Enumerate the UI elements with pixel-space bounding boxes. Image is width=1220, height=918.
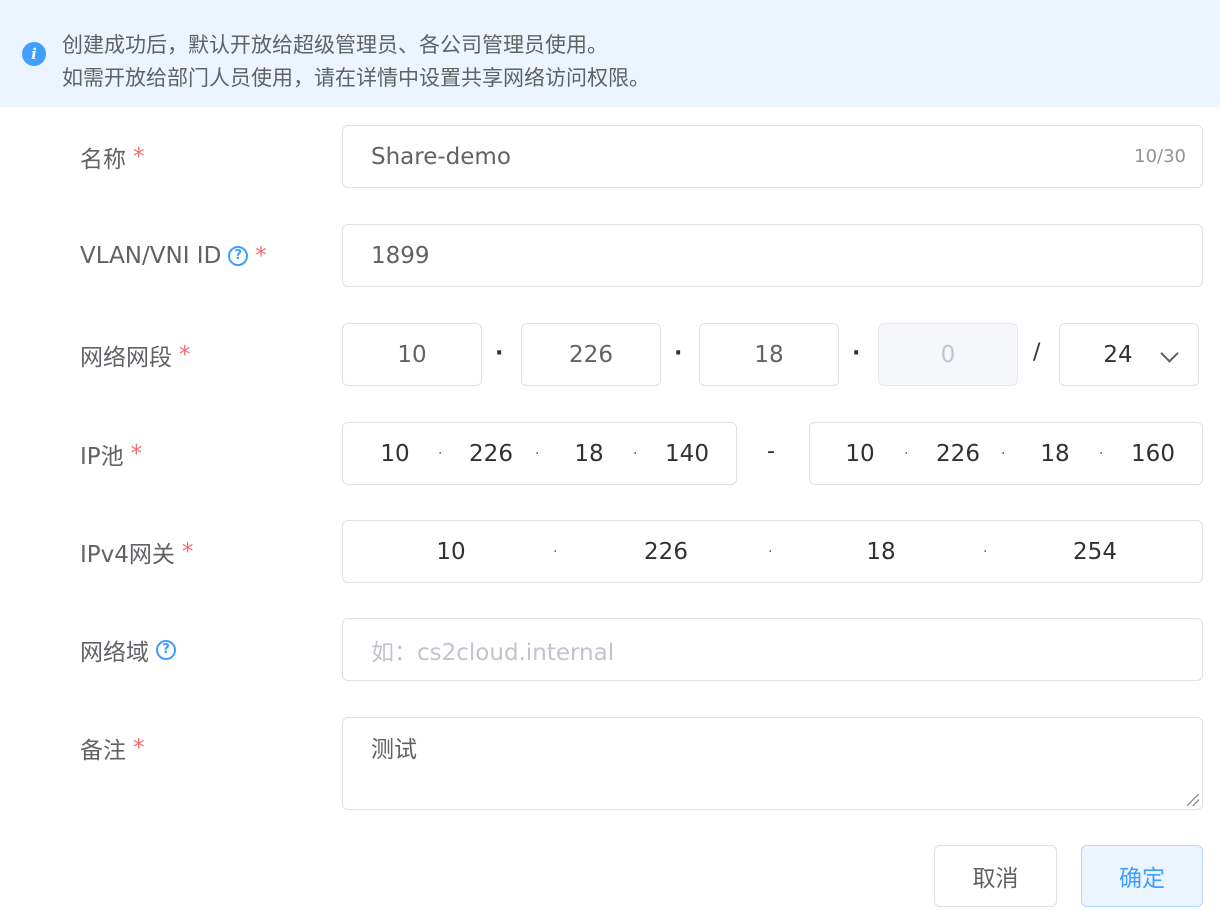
required-mark: * (181, 539, 194, 565)
info-notice: i 创建成功后，默认开放给超级管理员、各公司管理员使用。 如需开放给部门人员使用… (0, 0, 1220, 107)
required-mark: * (130, 441, 143, 467)
ip-pool-label: IP池 * (80, 438, 142, 470)
ip-pool-start-octet-3[interactable]: 18 (559, 423, 619, 484)
octet-separator: · (633, 445, 638, 462)
help-icon[interactable]: ? (228, 246, 249, 266)
octet-separator: · (535, 445, 540, 462)
octet-separator: · (768, 543, 773, 560)
required-mark: * (179, 342, 191, 368)
remark-textarea[interactable]: 测试 (342, 717, 1203, 810)
name-label-text: 名称 (80, 147, 126, 173)
vlan-input[interactable]: 1899 (342, 224, 1203, 287)
name-input[interactable]: Share-demo 10/30 (342, 125, 1203, 188)
name-input-value: Share-demo (371, 143, 511, 170)
confirm-button[interactable]: 确定 (1081, 845, 1203, 907)
octet-separator: · (438, 445, 443, 462)
segment-label: 网络网段 * (80, 339, 191, 371)
mask-select-value: 24 (1103, 341, 1133, 368)
octet-separator: · (495, 341, 504, 366)
notice-line-1: 创建成功后，默认开放给超级管理员、各公司管理员使用。 (62, 33, 608, 57)
ip-pool-start-octet-4[interactable]: 140 (657, 423, 717, 484)
ip-pool-start-octet-2[interactable]: 226 (461, 423, 521, 484)
octet-separator: · (852, 341, 861, 366)
segment-label-text: 网络网段 (80, 345, 172, 371)
vlan-input-value: 1899 (371, 242, 430, 269)
required-mark: * (133, 144, 145, 170)
domain-input[interactable]: 如：cs2cloud.internal (342, 618, 1203, 681)
vlan-label: VLAN/VNI ID ? * (80, 240, 267, 272)
ip-pool-end-octet-4[interactable]: 160 (1123, 423, 1183, 484)
name-char-counter: 10/30 (1134, 146, 1186, 167)
gateway-octet-1[interactable]: 10 (421, 521, 481, 582)
gateway-input[interactable]: 10 · 226 · 18 · 254 (342, 520, 1203, 583)
gateway-octet-3[interactable]: 18 (851, 521, 911, 582)
ip-pool-end-octet-2[interactable]: 226 (928, 423, 988, 484)
octet-separator: · (904, 445, 909, 462)
domain-label-text: 网络域 (80, 640, 149, 666)
segment-octet-4-input: 0 (878, 323, 1018, 386)
ip-pool-end-octet-1[interactable]: 10 (830, 423, 890, 484)
name-label: 名称 * (80, 141, 145, 173)
octet-separator: · (674, 341, 683, 366)
octet-separator: · (1001, 445, 1006, 462)
gateway-label: IPv4网关 * (80, 536, 193, 568)
mask-select[interactable]: 24 (1059, 323, 1199, 386)
notice-text: 创建成功后，默认开放给超级管理员、各公司管理员使用。 如需开放给部门人员使用，请… (62, 29, 650, 95)
chevron-down-icon (1160, 344, 1179, 363)
info-icon: i (22, 42, 46, 66)
ip-pool-start-octet-1[interactable]: 10 (365, 423, 425, 484)
octet-separator: · (1099, 445, 1104, 462)
gateway-octet-2[interactable]: 226 (636, 521, 696, 582)
ip-pool-label-text: IP池 (80, 444, 124, 470)
gateway-octet-4[interactable]: 254 (1065, 521, 1125, 582)
segment-octet-2-input[interactable]: 226 (521, 323, 661, 386)
gateway-label-text: IPv4网关 (80, 542, 175, 568)
notice-line-2: 如需开放给部门人员使用，请在详情中设置共享网络访问权限。 (62, 66, 650, 90)
required-mark: * (255, 243, 267, 269)
remark-textarea-value: 测试 (371, 737, 417, 763)
required-mark: * (133, 735, 145, 761)
segment-octet-1-input[interactable]: 10 (342, 323, 482, 386)
remark-label: 备注 * (80, 732, 145, 764)
remark-label-text: 备注 (80, 738, 126, 764)
ip-pool-end-octet-3[interactable]: 18 (1025, 423, 1085, 484)
cancel-button[interactable]: 取消 (934, 845, 1057, 907)
help-icon[interactable]: ? (156, 640, 176, 660)
domain-label: 网络域 ? (80, 634, 176, 666)
ip-pool-dash: - (767, 439, 775, 464)
resize-handle-icon[interactable] (1187, 794, 1199, 806)
octet-separator: · (983, 543, 988, 560)
octet-separator: · (553, 543, 558, 560)
mask-slash: / (1033, 340, 1041, 365)
vlan-label-text: VLAN/VNI ID (80, 243, 222, 269)
domain-input-placeholder: 如：cs2cloud.internal (371, 639, 615, 666)
ip-pool-start-input[interactable]: 10 · 226 · 18 · 140 (342, 422, 737, 485)
ip-pool-end-input[interactable]: 10 · 226 · 18 · 160 (809, 422, 1203, 485)
segment-octet-3-input[interactable]: 18 (699, 323, 839, 386)
